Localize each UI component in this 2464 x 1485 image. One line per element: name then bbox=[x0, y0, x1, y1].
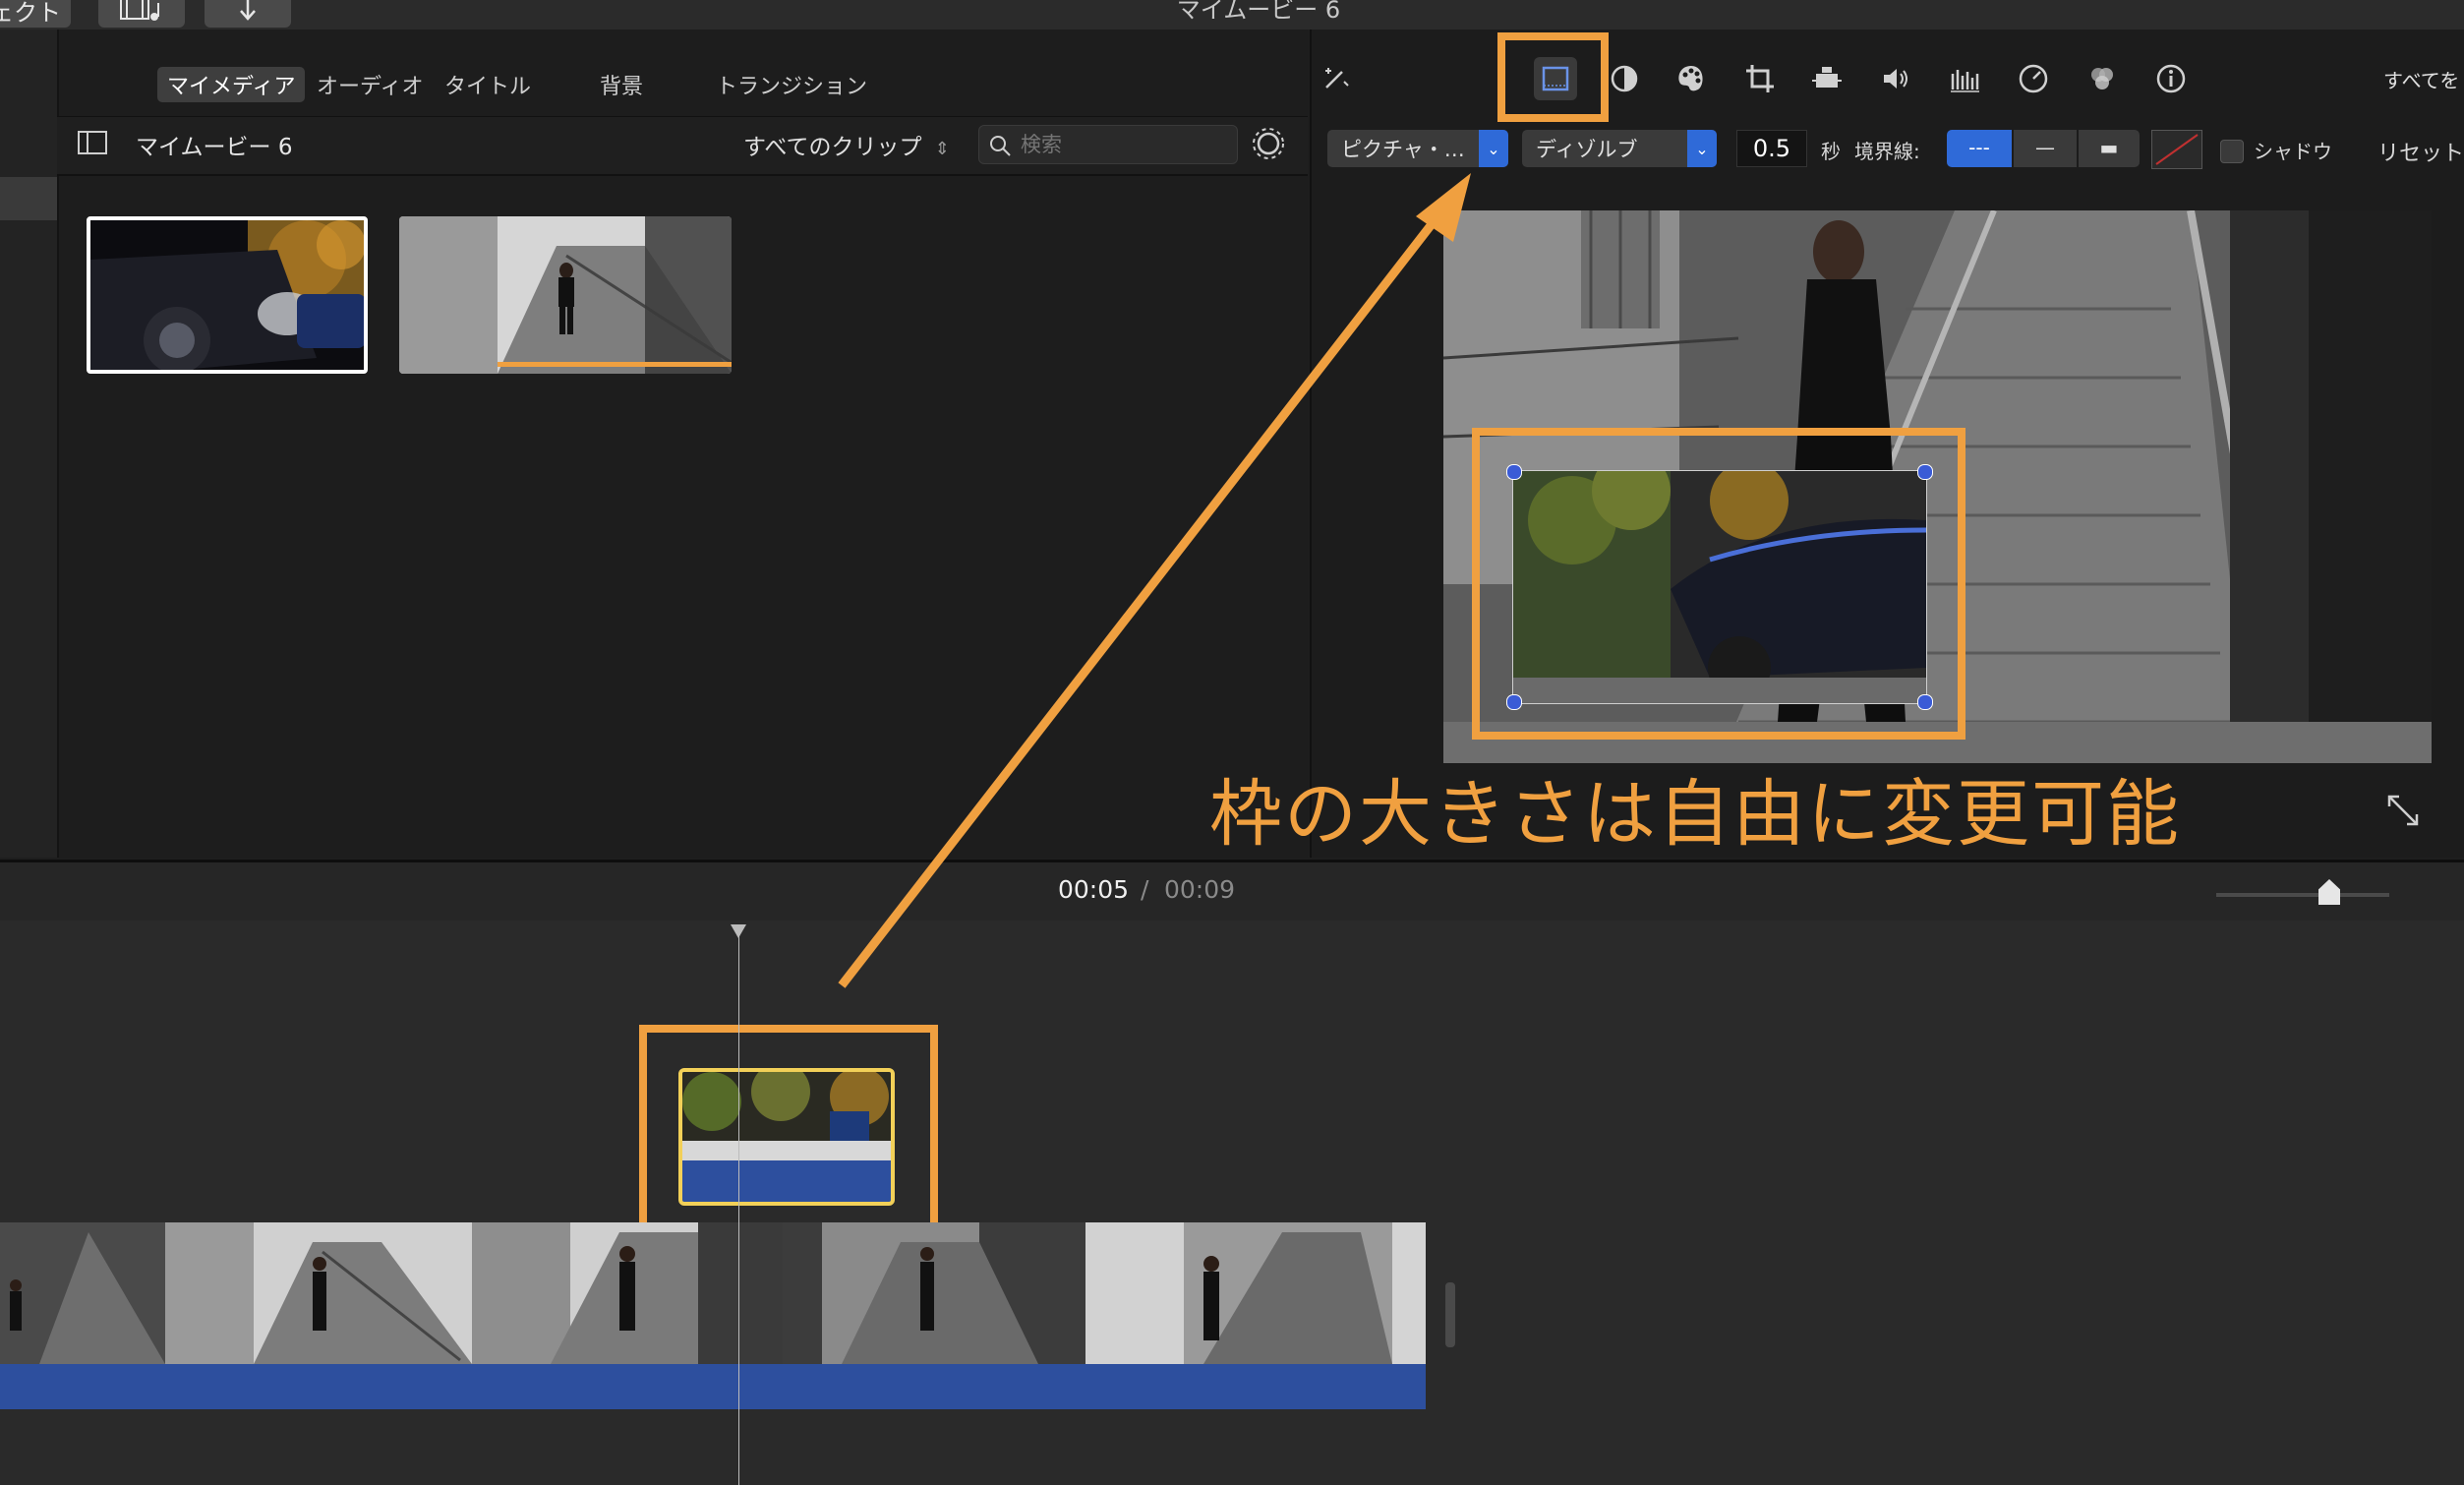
annotation-arrow bbox=[838, 173, 1471, 988]
